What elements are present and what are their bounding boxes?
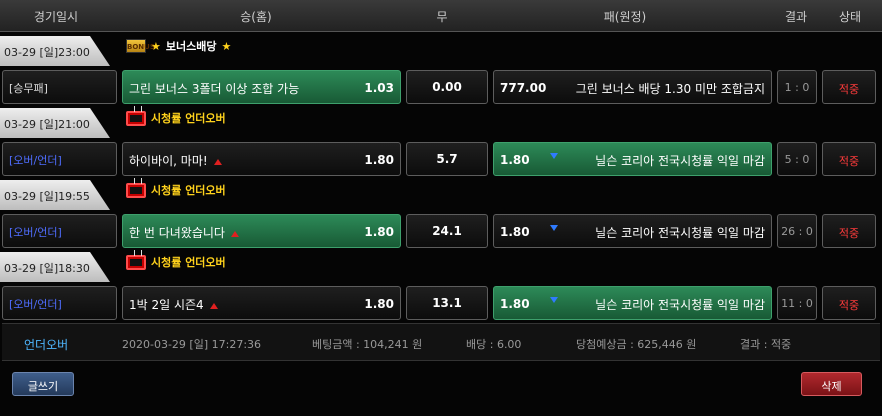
status-badge: 적중 xyxy=(822,70,876,104)
away-pick-button[interactable]: 1.80 닐슨 코리아 전국시청률 익일 마감 xyxy=(493,214,772,248)
bet-type: [오버/언더] xyxy=(2,214,117,248)
match-date: 03-29 [일]18:30 xyxy=(0,252,110,282)
home-odds: 1.80 xyxy=(364,153,394,167)
summary-label: 언더오버 xyxy=(24,338,69,352)
category-label: 시청률 언더오버 xyxy=(126,110,226,126)
category-label: BONUS ★ 보너스배당 ★ xyxy=(126,39,232,53)
bet-summary: 언더오버 2020-03-29 [일] 17:27:36 베팅금액 : 104,… xyxy=(2,323,880,361)
draw-odds[interactable]: 24.1 xyxy=(406,214,488,248)
home-team: 그린 보너스 3폴더 이상 조합 가능 xyxy=(129,82,300,96)
header-status: 상태 xyxy=(838,10,862,24)
category-label: 시청률 언더오버 xyxy=(126,182,226,198)
home-odds: 1.80 xyxy=(364,297,394,311)
status-badge: 적중 xyxy=(822,286,876,320)
status-badge: 적중 xyxy=(822,214,876,248)
tv-icon xyxy=(126,182,146,198)
away-odds: 777.00 xyxy=(500,81,547,95)
over-arrow-icon xyxy=(230,230,239,237)
match-date: 03-29 [일]21:00 xyxy=(0,108,110,138)
table-header: 경기일시 승(홈) 무 패(원정) 결과 상태 xyxy=(0,0,882,32)
status-badge: 적중 xyxy=(822,142,876,176)
away-pick-button[interactable]: 1.80 닐슨 코리아 전국시청률 익일 마감 xyxy=(493,286,772,320)
star-icon: ★ xyxy=(221,39,232,53)
header-home: 승(홈) xyxy=(240,10,272,24)
under-arrow-icon xyxy=(550,225,558,231)
home-odds: 1.80 xyxy=(364,225,394,239)
bet-row: [오버/언더] 1박 2일 시즌4 1.80 13.1 1.80 닐슨 코리아 … xyxy=(0,286,882,320)
match-score: 5 : 0 xyxy=(777,142,817,176)
away-odds: 1.80 xyxy=(500,225,530,239)
summary-odds: 배당 : 6.00 xyxy=(466,338,522,351)
bet-type: [오버/언더] xyxy=(2,142,117,176)
star-icon: ★ xyxy=(151,39,161,53)
summary-result: 결과 : 적중 xyxy=(740,338,792,351)
away-team: 닐슨 코리아 전국시청률 익일 마감 xyxy=(595,226,765,240)
header-away: 패(원정) xyxy=(603,10,647,24)
match-score: 26 : 0 xyxy=(777,214,817,248)
match-score: 1 : 0 xyxy=(777,70,817,104)
header-draw: 무 xyxy=(436,10,448,24)
bet-row: [승무패] 그린 보너스 3폴더 이상 조합 가능 1.03 0.00 777.… xyxy=(0,70,882,104)
home-team: 하이바이, 마마! xyxy=(129,152,222,169)
home-team: 한 번 다녀왔습니다 xyxy=(129,224,239,241)
away-pick-button[interactable]: 1.80 닐슨 코리아 전국시청률 익일 마감 xyxy=(493,142,772,176)
away-team: 닐슨 코리아 전국시청률 익일 마감 xyxy=(595,298,765,312)
home-pick-button[interactable]: 하이바이, 마마! 1.80 xyxy=(122,142,401,176)
draw-odds[interactable]: 5.7 xyxy=(406,142,488,176)
home-pick-button[interactable]: 한 번 다녀왔습니다 1.80 xyxy=(122,214,401,248)
home-pick-button[interactable]: 그린 보너스 3폴더 이상 조합 가능 1.03 xyxy=(122,70,401,104)
match-date: 03-29 [일]19:55 xyxy=(0,180,110,210)
bet-row: [오버/언더] 한 번 다녀왔습니다 1.80 24.1 1.80 닐슨 코리아… xyxy=(0,214,882,248)
header-result: 결과 xyxy=(784,10,808,24)
draw-odds[interactable]: 13.1 xyxy=(406,286,488,320)
category-label: 시청률 언더오버 xyxy=(126,254,226,270)
away-team: 그린 보너스 배당 1.30 미만 조합금지 xyxy=(575,82,765,96)
bet-type: [승무패] xyxy=(2,70,117,104)
away-team: 닐슨 코리아 전국시청률 익일 마감 xyxy=(595,154,765,168)
bonus-icon: BONUS xyxy=(126,39,155,53)
summary-bet-amount: 베팅금액 : 104,241 원 xyxy=(312,338,423,351)
draw-odds[interactable]: 0.00 xyxy=(406,70,488,104)
tv-icon xyxy=(126,110,146,126)
home-pick-button[interactable]: 1박 2일 시즌4 1.80 xyxy=(122,286,401,320)
over-arrow-icon xyxy=(213,158,222,165)
over-arrow-icon xyxy=(209,302,218,309)
home-odds: 1.03 xyxy=(364,81,394,95)
write-button[interactable]: 글쓰기 xyxy=(12,372,74,396)
away-odds: 1.80 xyxy=(500,297,530,311)
bet-type: [오버/언더] xyxy=(2,286,117,320)
bet-row: [오버/언더] 하이바이, 마마! 1.80 5.7 1.80 닐슨 코리아 전… xyxy=(0,142,882,176)
header-date: 경기일시 xyxy=(33,10,79,24)
away-pick-button[interactable]: 777.00 그린 보너스 배당 1.30 미만 조합금지 xyxy=(493,70,772,104)
home-team: 1박 2일 시즌4 xyxy=(129,296,218,313)
summary-expected-win: 당첨예상금 : 625,446 원 xyxy=(576,338,697,351)
away-odds: 1.80 xyxy=(500,153,530,167)
summary-datetime: 2020-03-29 [일] 17:27:36 xyxy=(122,338,262,351)
under-arrow-icon xyxy=(550,297,558,303)
match-date: 03-29 [일]23:00 xyxy=(0,36,110,66)
tv-icon xyxy=(126,254,146,270)
delete-button[interactable]: 삭제 xyxy=(801,372,862,396)
under-arrow-icon xyxy=(550,153,558,159)
match-score: 11 : 0 xyxy=(777,286,817,320)
